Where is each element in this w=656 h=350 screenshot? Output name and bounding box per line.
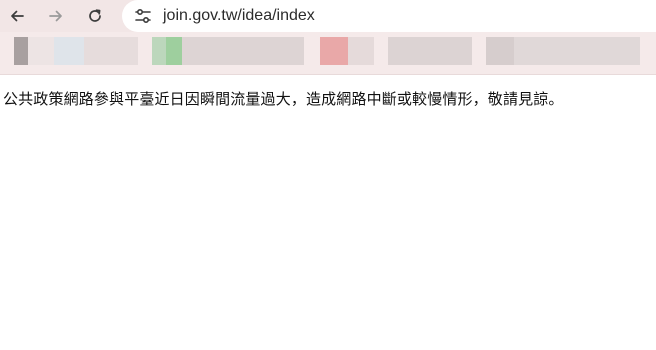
forward-button[interactable]: [44, 4, 68, 28]
bookmark-item[interactable]: [166, 37, 182, 65]
bookmark-item[interactable]: [152, 37, 166, 65]
bookmark-item[interactable]: [182, 37, 304, 65]
bookmark-item[interactable]: [348, 37, 374, 65]
forward-arrow-icon: [48, 8, 64, 24]
bookmark-item[interactable]: [14, 37, 28, 65]
bookmark-item[interactable]: [388, 37, 472, 65]
url-text[interactable]: join.gov.tw/idea/index: [163, 5, 315, 27]
page-content: 公共政策網路參與平臺近日因瞬間流量過大，造成網路中斷或較慢情形，敬請見諒。: [0, 75, 656, 350]
bookmark-item[interactable]: [84, 37, 138, 65]
bookmarks-bar: [0, 32, 656, 75]
back-arrow-icon: [9, 8, 25, 24]
reload-icon: [87, 8, 103, 24]
service-notice-message: 公共政策網路參與平臺近日因瞬間流量過大，造成網路中斷或較慢情形，敬請見諒。: [3, 90, 564, 108]
back-button[interactable]: [5, 4, 29, 28]
address-bar[interactable]: join.gov.tw/idea/index: [122, 0, 656, 32]
bookmark-item[interactable]: [514, 37, 640, 65]
tune-icon[interactable]: [134, 7, 152, 25]
bookmark-item[interactable]: [320, 37, 348, 65]
bookmark-item[interactable]: [486, 37, 514, 65]
bookmark-item[interactable]: [54, 37, 84, 65]
bookmark-item[interactable]: [28, 37, 54, 65]
reload-button[interactable]: [83, 4, 107, 28]
browser-toolbar: join.gov.tw/idea/index: [0, 0, 656, 32]
